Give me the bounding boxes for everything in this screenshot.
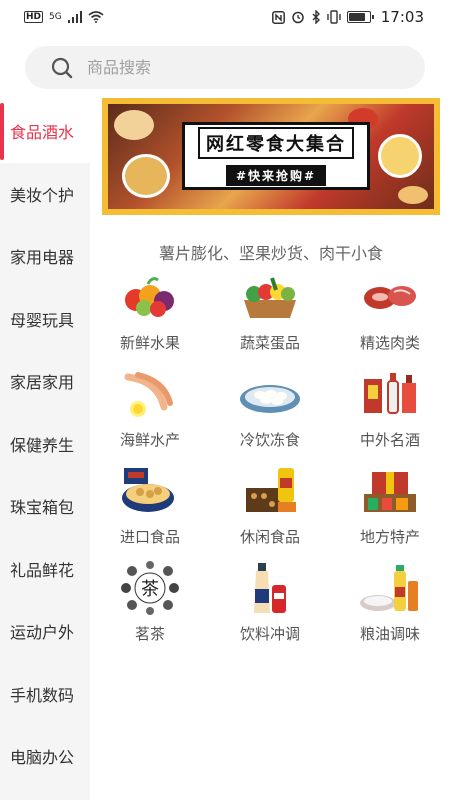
sidebar-item-label: 礼品鲜花: [10, 560, 75, 580]
category-grain-oil[interactable]: 粮油调味: [330, 559, 450, 656]
category-local-specialties[interactable]: 地方特产: [330, 462, 450, 559]
sidebar-item-jewelry-bags[interactable]: 珠宝箱包: [0, 475, 90, 538]
snack-decor: [114, 110, 154, 140]
banner-title: 网红零食大集合: [198, 126, 354, 159]
liquor-icon: [364, 373, 416, 414]
sidebar-item-label: 电脑办公: [10, 748, 75, 768]
signal-icon: [67, 11, 82, 23]
search-bar[interactable]: [25, 46, 425, 89]
battery-icon: [346, 11, 374, 23]
vibrate-icon: [327, 10, 341, 24]
battery-level: [348, 13, 365, 21]
section-title: 薯片膨化、坚果炒货、肉干小食: [158, 244, 383, 263]
category-snacks[interactable]: 休闲食品: [210, 462, 330, 559]
sidebar-item-health[interactable]: 保健养生: [0, 413, 90, 476]
alarm-icon: [292, 11, 304, 24]
sidebar-item-appliances[interactable]: 家用电器: [0, 225, 90, 288]
clock: 17:03: [380, 8, 424, 26]
category-label: 冷饮冻食: [239, 431, 300, 449]
gift-box-icon: [364, 472, 416, 512]
sidebar-item-phones[interactable]: 手机数码: [0, 663, 90, 726]
snack-decor: [122, 154, 170, 198]
category-meat[interactable]: 精选肉类: [330, 268, 450, 365]
bluetooth-icon: [312, 10, 320, 24]
promo-banner[interactable]: 网红零食大集合 #快来抢购#: [102, 98, 440, 215]
sidebar-item-sports[interactable]: 运动户外: [0, 600, 90, 663]
category-label: 蔬菜蛋品: [239, 334, 300, 352]
beverage-icon: [254, 563, 286, 613]
category-vegetables-eggs[interactable]: 蔬菜蛋品: [210, 268, 330, 365]
sidebar-item-food-drinks[interactable]: 食品酒水: [0, 100, 90, 163]
category-beverages[interactable]: 饮料冲调: [210, 559, 330, 656]
sidebar-item-label: 家用电器: [10, 248, 75, 268]
sidebar-item-label: 保健养生: [10, 435, 75, 455]
category-fresh-fruit[interactable]: 新鲜水果: [90, 268, 210, 365]
tea-icon: 茶: [121, 561, 179, 615]
status-right: 17:03: [271, 8, 424, 26]
banner-plate: 网红零食大集合 #快来抢购#: [182, 122, 370, 190]
sidebar-item-label: 美妆个护: [10, 185, 75, 205]
category-liquor[interactable]: 中外名酒: [330, 365, 450, 462]
snack-decor: [378, 134, 422, 178]
status-bar: HD 5G 17:03: [0, 0, 450, 34]
grain-oil-icon: [360, 565, 418, 611]
snack-decor: [398, 186, 428, 204]
category-label: 海鲜水产: [119, 431, 180, 449]
wifi-icon: [88, 11, 104, 23]
nfc-icon: [271, 10, 285, 24]
category-label: 进口食品: [119, 528, 180, 546]
category-imported-food[interactable]: 进口食品: [90, 462, 210, 559]
banner-subtitle: #快来抢购#: [225, 164, 327, 186]
vegetables-icon: [244, 277, 296, 318]
status-left: HD 5G: [24, 11, 104, 23]
category-label: 精选肉类: [359, 334, 420, 352]
svg-text:茶: 茶: [141, 579, 159, 600]
banner-image: 网红零食大集合 #快来抢购#: [108, 104, 434, 209]
sidebar-item-label: 食品酒水: [10, 123, 75, 143]
hd-badge: HD: [24, 11, 44, 23]
fruit-icon: [125, 277, 174, 317]
dumpling-icon: [240, 385, 300, 413]
search-input[interactable]: [87, 58, 387, 77]
sidebar-item-gifts-flowers[interactable]: 礼品鲜花: [0, 538, 90, 601]
category-seafood[interactable]: 海鲜水产: [90, 365, 210, 462]
category-tea[interactable]: 茶 茗茶: [90, 559, 210, 656]
sidebar-item-beauty[interactable]: 美妆个护: [0, 163, 90, 226]
category-label: 茗茶: [134, 625, 165, 643]
category-label: 中外名酒: [359, 431, 420, 449]
cookie-tin-icon: [122, 468, 174, 512]
snacks-icon: [246, 468, 296, 512]
sidebar-item-baby-toys[interactable]: 母婴玩具: [0, 288, 90, 351]
category-label: 饮料冲调: [239, 625, 300, 643]
sidebar-item-label: 运动户外: [10, 623, 75, 643]
sidebar-item-computers[interactable]: 电脑办公: [0, 725, 90, 788]
search-icon: [51, 57, 73, 78]
category-label: 粮油调味: [359, 625, 420, 643]
sidebar-item-label: 珠宝箱包: [10, 498, 75, 518]
category-label: 休闲食品: [239, 528, 300, 546]
category-label: 地方特产: [359, 528, 420, 546]
sidebar-item-label: 家居家用: [10, 373, 75, 393]
network-type: 5G: [49, 12, 62, 22]
category-grid: 新鲜水果 蔬菜蛋品 精选肉类 海鲜水产 冷饮冻食 中外名酒 进口食品 休闲食品 …: [90, 268, 450, 656]
category-frozen[interactable]: 冷饮冻食: [210, 365, 330, 462]
shrimp-icon: [124, 372, 173, 417]
sidebar-item-label: 母婴玩具: [10, 310, 75, 330]
category-label: 新鲜水果: [119, 334, 180, 352]
sidebar-item-home[interactable]: 家居家用: [0, 350, 90, 413]
sidebar-item-label: 手机数码: [10, 685, 75, 705]
meat-icon: [364, 286, 416, 309]
category-sidebar: 食品酒水 美妆个护 家用电器 母婴玩具 家居家用 保健养生 珠宝箱包 礼品鲜花 …: [0, 100, 90, 800]
